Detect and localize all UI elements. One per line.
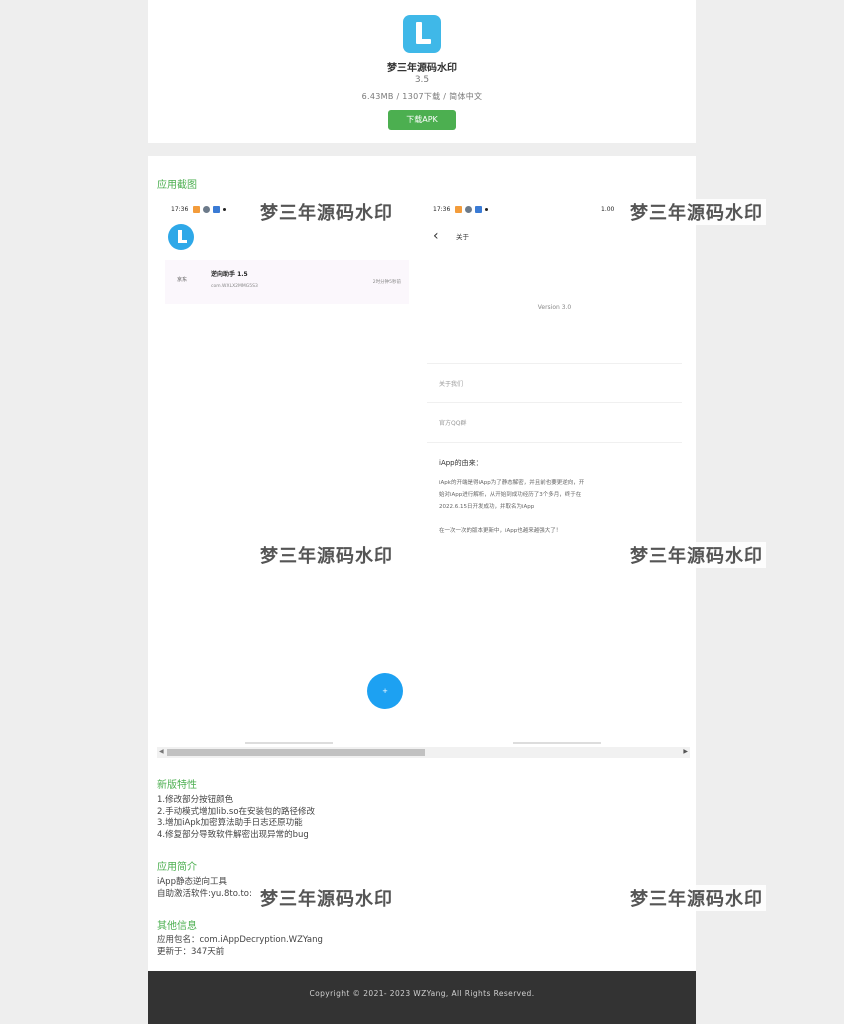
other-info-text: 应用包名：com.iAppDecryption.WZYang 更新于：347天前 [157, 935, 323, 957]
app-name: 梦三年源码水印 [387, 63, 457, 74]
watermark: 梦三年源码水印 [627, 199, 766, 225]
app-logo-icon [168, 224, 194, 250]
new-features-text: 1.修改部分按钮颜色 2.手动模式增加lib.so在安装包的路径修改 3.增加i… [157, 795, 316, 840]
other-info-title: 其他信息 [157, 921, 197, 932]
screenshot-gallery[interactable]: 17:36 京东 逆向助手 1.5 com.WXLX2MMG5S3 2时分钟5秒… [157, 196, 690, 744]
watermark: 梦三年源码水印 [257, 199, 396, 225]
add-fab-button: + [367, 673, 403, 709]
screenshot-2[interactable]: 17:36 1.00 ‹ 关于 Version 3.0 关于我们 官方QQ群 i… [427, 196, 682, 744]
app-version: 3.5 [414, 75, 430, 85]
home-indicator [513, 742, 601, 744]
download-apk-button[interactable]: 下载APK [388, 110, 456, 130]
screenshot-1[interactable]: 17:36 京东 逆向助手 1.5 com.WXLX2MMG5S3 2时分钟5秒… [159, 196, 414, 744]
copyright-text: Copyright © 2021- 2023 WZYang, All Right… [309, 989, 535, 998]
scroll-left-icon[interactable]: ◀ [159, 748, 164, 755]
about-us-item: 关于我们 [439, 381, 464, 388]
app-logo-icon [403, 15, 441, 53]
version-label: Version 3.0 [537, 304, 572, 311]
app-list-item: 京东 逆向助手 1.5 com.WXLX2MMG5S3 2时分钟5秒前 [165, 260, 409, 304]
app-item-package: com.WXLX2MMG5S3 [211, 284, 258, 289]
about-title: 关于 [456, 233, 469, 241]
app-meta: 6.43MB / 1307下载 / 简体中文 [361, 92, 483, 101]
intro-title: 应用简介 [157, 862, 197, 873]
app-thumb: 京东 [177, 277, 188, 283]
footer: Copyright © 2021- 2023 WZYang, All Right… [148, 971, 696, 1024]
app-item-time: 2时分钟5秒前 [372, 280, 401, 285]
status-bar: 17:36 1.00 [433, 206, 615, 213]
watermark: 梦三年源码水印 [627, 542, 766, 568]
history-heading: iApp的由来： [439, 459, 483, 467]
scroll-right-icon[interactable]: ▶ [683, 748, 688, 755]
section-divider [148, 143, 696, 156]
screenshots-title: 应用截图 [157, 180, 197, 191]
app-header: 梦三年源码水印 3.5 6.43MB / 1307下载 / 简体中文 下载APK [148, 0, 696, 143]
status-bar: 17:36 [171, 206, 227, 213]
gallery-scrollbar[interactable]: ◀ ▶ [157, 747, 690, 758]
page-container: 梦三年源码水印 3.5 6.43MB / 1307下载 / 简体中文 下载APK… [148, 0, 696, 1024]
watermark: 梦三年源码水印 [627, 885, 766, 911]
new-features-title: 新版特性 [157, 780, 197, 791]
history-body: iApk的开端是得iApp为了静态解密，并且前也要更逆向，开 始对iApp进行解… [439, 480, 585, 534]
home-indicator [245, 742, 333, 744]
back-arrow-icon: ‹ [433, 228, 439, 244]
intro-text: iApp静态逆向工具 自助激活软件:yu.8to.to: [157, 877, 252, 899]
qq-group-item: 官方QQ群 [439, 420, 467, 427]
watermark: 梦三年源码水印 [257, 885, 396, 911]
app-item-name: 逆向助手 1.5 [211, 271, 248, 278]
scrollbar-thumb[interactable] [167, 749, 425, 756]
watermark: 梦三年源码水印 [257, 542, 396, 568]
